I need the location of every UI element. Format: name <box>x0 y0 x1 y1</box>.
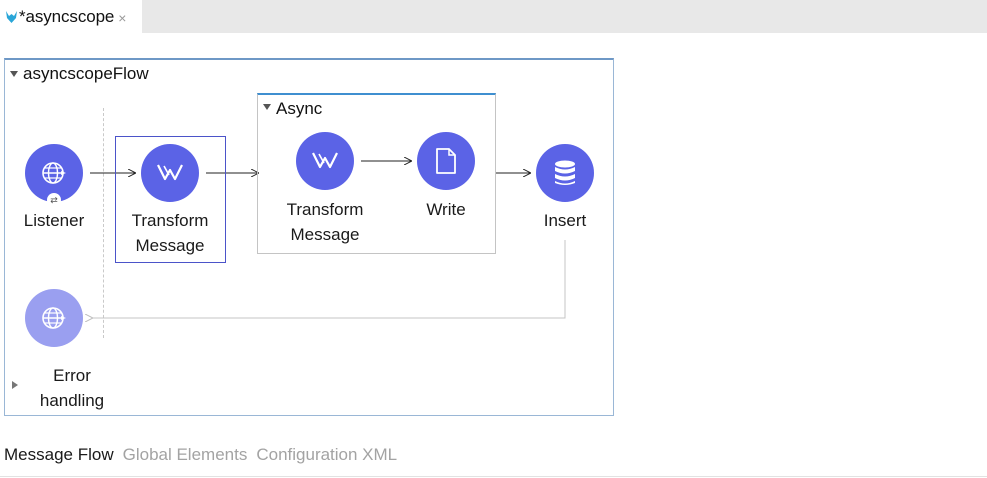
listener-label: Listener <box>23 211 85 230</box>
tab-global-elements[interactable]: Global Elements <box>123 445 248 465</box>
sync-badge-icon: ⇄ <box>47 193 61 207</box>
transform-message-label: Transform Message <box>131 211 209 255</box>
flow-title: asyncscopeFlow <box>23 64 149 83</box>
error-handling-label[interactable]: Error handling <box>27 363 117 413</box>
dataweave-icon <box>157 164 183 181</box>
globe-icon <box>42 162 66 184</box>
close-icon[interactable]: × <box>118 10 126 26</box>
write-label: Write <box>426 200 466 219</box>
expand-caret-icon[interactable] <box>12 381 18 389</box>
collapse-caret-icon[interactable] <box>10 71 18 77</box>
insert-label: Insert <box>543 211 587 230</box>
error-handling-node[interactable] <box>25 289 83 347</box>
tab-message-flow[interactable]: Message Flow <box>4 445 114 465</box>
async-transform-message-label: Transform Message <box>286 200 364 244</box>
editor-tab-bar: *asyncscope × <box>0 0 987 33</box>
async-scope-title: Async <box>276 99 323 118</box>
dataweave-icon <box>312 152 338 169</box>
async-transform-message-node[interactable] <box>296 132 354 190</box>
mule-icon <box>6 10 17 23</box>
editor-tab-asyncscope[interactable]: *asyncscope × <box>0 0 142 33</box>
file-icon <box>436 148 456 174</box>
source-divider <box>103 108 104 338</box>
editor-tab-title: *asyncscope <box>19 6 115 26</box>
async-collapse-caret-icon[interactable] <box>263 104 271 110</box>
tab-configuration-xml[interactable]: Configuration XML <box>256 445 397 465</box>
transform-message-node[interactable] <box>141 144 199 202</box>
write-node[interactable] <box>417 132 475 190</box>
globe-icon <box>42 307 66 329</box>
editor-view-tabs: Message Flow Global Elements Configurati… <box>0 441 406 469</box>
insert-node[interactable] <box>536 144 594 202</box>
bottom-divider <box>0 476 987 477</box>
database-icon <box>555 160 575 185</box>
